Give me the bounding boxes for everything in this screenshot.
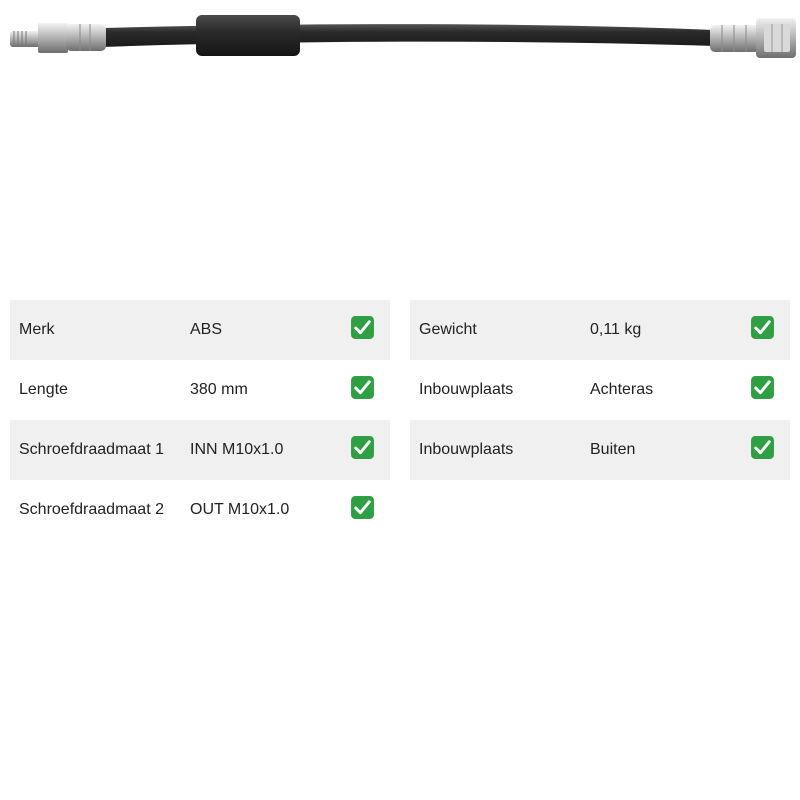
spec-value: 380 mm: [190, 381, 248, 398]
spec-row-inbouwplaats-buiten: Inbouwplaats Buiten: [410, 420, 790, 480]
hose-sleeve: [196, 15, 300, 56]
check-mark-icon: [751, 376, 774, 399]
spec-label: Inbouwplaats: [419, 441, 514, 458]
spec-row-lengte: Lengte 380 mm: [10, 360, 390, 420]
check-mark-icon: [751, 316, 774, 339]
spec-value: Buiten: [590, 441, 636, 458]
spec-row-merk: Merk ABS: [10, 300, 390, 360]
check-mark-icon: [351, 496, 374, 519]
spec-value: ABS: [190, 321, 223, 338]
spec-value: Achteras: [590, 381, 654, 398]
spec-label: Schroefdraadmaat 1: [19, 441, 164, 458]
spec-value: 0,11 kg: [590, 321, 642, 338]
product-image: [10, 15, 796, 58]
spec-label: Inbouwplaats: [419, 381, 514, 398]
check-mark-icon: [351, 436, 374, 459]
spec-row-inbouwplaats-achteras: Inbouwplaats Achteras: [410, 360, 790, 420]
right-fitting: [710, 18, 796, 58]
spec-label: Schroefdraadmaat 2: [19, 501, 164, 518]
check-mark-icon: [351, 376, 374, 399]
spec-table-left: Merk ABS Lengte 380 mm Schroefdraadmaat …: [10, 300, 390, 540]
left-fitting: [10, 23, 106, 53]
spec-label: Merk: [19, 321, 55, 338]
check-mark-icon: [751, 436, 774, 459]
check-mark-icon: [351, 316, 374, 339]
spec-row-schroefdraadmaat-2: Schroefdraadmaat 2 OUT M10x1.0: [10, 480, 390, 540]
spec-value: INN M10x1.0: [190, 441, 284, 458]
spec-row-gewicht: Gewicht 0,11 kg: [410, 300, 790, 360]
spec-row-schroefdraadmaat-1: Schroefdraadmaat 1 INN M10x1.0: [10, 420, 390, 480]
spec-label: Lengte: [19, 381, 68, 398]
hose-body: [100, 24, 715, 47]
spec-value: OUT M10x1.0: [190, 501, 290, 518]
spec-label: Gewicht: [419, 321, 477, 338]
spec-table-right: Gewicht 0,11 kg Inbouwplaats Achteras In…: [410, 300, 790, 480]
